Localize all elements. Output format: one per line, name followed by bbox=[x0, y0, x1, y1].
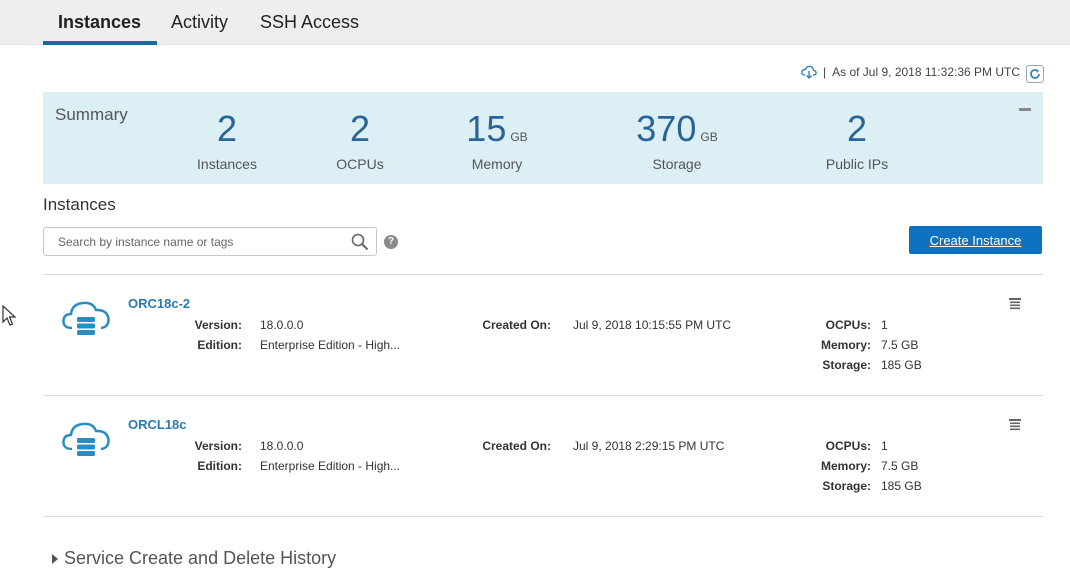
memory-label: Memory: bbox=[820, 459, 871, 473]
tab-instances[interactable]: Instances bbox=[58, 12, 141, 33]
database-cloud-icon bbox=[62, 422, 110, 456]
tab-ssh-access[interactable]: SSH Access bbox=[260, 12, 359, 33]
ocpus-label: OCPUs: bbox=[825, 439, 871, 453]
hamburger-menu-icon[interactable] bbox=[1008, 418, 1022, 432]
created-on-value: Jul 9, 2018 10:15:55 PM UTC bbox=[573, 318, 732, 332]
version-value: 18.0.0.0 bbox=[260, 439, 304, 453]
memory-value: 7.5 GB bbox=[881, 338, 919, 352]
storage-value: 185 GB bbox=[881, 358, 922, 372]
created-on-label: Created On: bbox=[482, 318, 551, 332]
stat-label: OCPUs bbox=[336, 156, 384, 172]
storage-label: Storage: bbox=[822, 358, 871, 372]
stat-label: Storage bbox=[652, 156, 702, 172]
tab-bar: Instances Activity SSH Access bbox=[0, 0, 1070, 45]
collapse-icon[interactable] bbox=[1019, 108, 1031, 111]
stat-value: 370 bbox=[636, 108, 697, 149]
refresh-icon bbox=[1030, 69, 1040, 79]
version-value: 18.0.0.0 bbox=[260, 318, 304, 332]
edition-label: Edition: bbox=[197, 459, 242, 473]
ocpus-label: OCPUs: bbox=[825, 318, 871, 332]
stat-instances: 2 Instances bbox=[177, 108, 277, 173]
expand-caret-icon bbox=[52, 553, 58, 564]
edition-value: Enterprise Edition - High... bbox=[260, 338, 401, 352]
active-tab-indicator bbox=[43, 41, 157, 45]
stat-value: 2 bbox=[846, 108, 868, 149]
stat-value: 2 bbox=[349, 108, 371, 149]
stat-memory: 15 GB Memory bbox=[447, 108, 547, 173]
instance-row: ORCL18c Version: 18.0.0.0 Edition: Enter… bbox=[43, 396, 1043, 516]
cloud-download-icon[interactable] bbox=[801, 65, 817, 79]
created-on-value: Jul 9, 2018 2:29:15 PM UTC bbox=[573, 439, 725, 453]
version-label: Version: bbox=[194, 318, 242, 332]
stat-unit: GB bbox=[510, 130, 528, 144]
memory-label: Memory: bbox=[820, 338, 871, 352]
ocpus-value: 1 bbox=[881, 439, 888, 453]
created-on-label: Created On: bbox=[482, 439, 551, 453]
as-of-status: | As of Jul 9, 2018 11:32:36 PM UTC bbox=[801, 65, 1020, 79]
stat-ocpus: 2 OCPUs bbox=[310, 108, 410, 173]
stat-public-ips: 2 Public IPs bbox=[807, 108, 907, 173]
refresh-button[interactable] bbox=[1026, 65, 1044, 83]
stat-label: Instances bbox=[197, 156, 257, 172]
summary-title: Summary bbox=[55, 105, 128, 124]
help-icon[interactable]: ? bbox=[384, 235, 398, 249]
stat-label: Memory bbox=[471, 156, 523, 172]
instance-name-link[interactable]: ORCL18c bbox=[128, 417, 187, 432]
tab-activity[interactable]: Activity bbox=[171, 12, 228, 33]
instance-row: ORC18c-2 Version: 18.0.0.0 Edition: Ente… bbox=[43, 275, 1043, 395]
edition-value: Enterprise Edition - High... bbox=[260, 459, 401, 473]
edition-label: Edition: bbox=[197, 338, 242, 352]
memory-value: 7.5 GB bbox=[881, 459, 919, 473]
mouse-cursor-icon bbox=[2, 305, 16, 326]
instance-search-input[interactable] bbox=[44, 228, 334, 255]
create-instance-button[interactable]: Create Instance bbox=[909, 226, 1042, 254]
instance-search-box bbox=[43, 227, 377, 256]
instance-name-link[interactable]: ORC18c-2 bbox=[128, 296, 190, 311]
stat-unit: GB bbox=[700, 130, 718, 144]
hamburger-menu-icon[interactable] bbox=[1008, 297, 1022, 311]
as-of-timestamp: As of Jul 9, 2018 11:32:36 PM UTC bbox=[832, 65, 1020, 79]
status-separator: | bbox=[823, 65, 827, 79]
database-cloud-icon bbox=[62, 301, 110, 335]
summary-panel: Summary 2 Instances 2 OCPUs 15 GB Memory … bbox=[43, 92, 1043, 184]
version-label: Version: bbox=[194, 439, 242, 453]
stat-storage: 370 GB Storage bbox=[617, 108, 737, 173]
instances-section-title: Instances bbox=[43, 195, 116, 214]
search-icon[interactable] bbox=[351, 233, 369, 251]
stat-value: 2 bbox=[216, 108, 238, 149]
storage-label: Storage: bbox=[822, 479, 871, 493]
storage-value: 185 GB bbox=[881, 479, 922, 493]
service-history-toggle[interactable]: Service Create and Delete History bbox=[52, 548, 336, 569]
divider bbox=[43, 516, 1043, 517]
ocpus-value: 1 bbox=[881, 318, 888, 332]
service-history-label: Service Create and Delete History bbox=[64, 548, 337, 568]
stat-value: 15 bbox=[466, 108, 507, 149]
stat-label: Public IPs bbox=[825, 156, 889, 172]
